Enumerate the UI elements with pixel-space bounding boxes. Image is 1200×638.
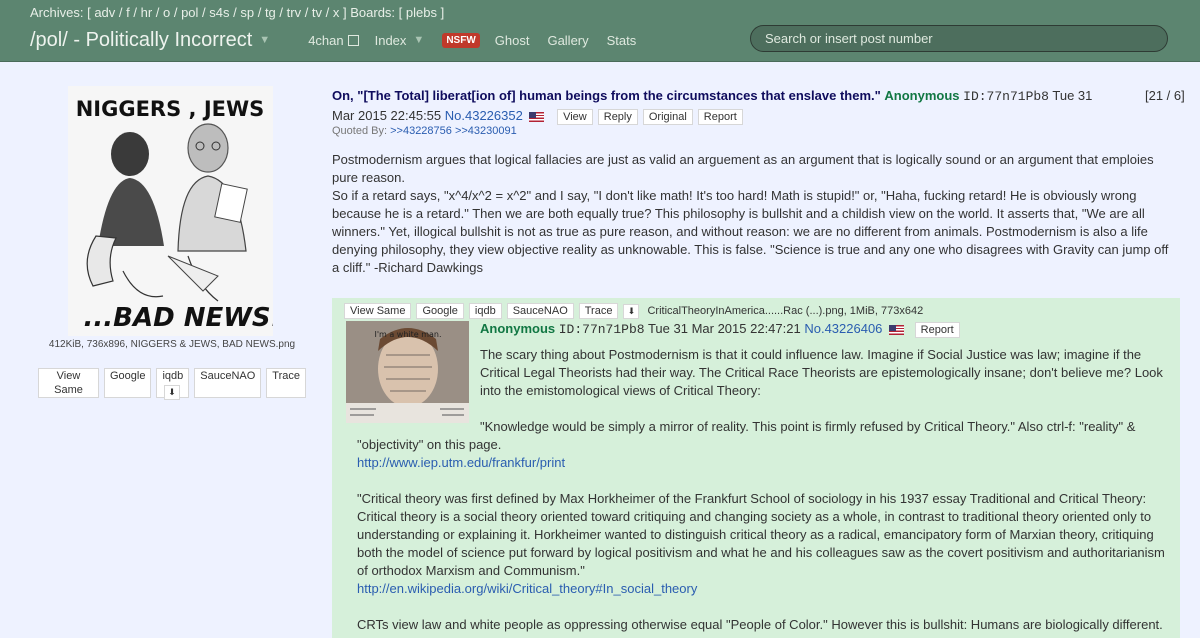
nav-ghost-link[interactable]: Ghost bbox=[495, 33, 530, 48]
reply-report-button[interactable]: Report bbox=[914, 322, 960, 338]
op-post-body: Postmodernism argues that logical fallac… bbox=[332, 151, 1177, 277]
op-image-drawing: NIGGERS , JEWS ...BAD NEWS! bbox=[68, 86, 273, 336]
chevron-down-icon[interactable]: ▼ bbox=[259, 34, 270, 46]
op-subject: On, "[The Total] liberat[ion of] human b… bbox=[332, 88, 881, 103]
reply-saucenao-button[interactable]: SauceNAO bbox=[506, 303, 574, 319]
reply-quote1-start: "Knowledge would be simply a mirror of r… bbox=[480, 419, 1136, 434]
board-title[interactable]: /pol/ - Politically Incorrect bbox=[30, 29, 252, 52]
archive-link-tv[interactable]: tv bbox=[312, 5, 322, 20]
op-image-thumbnail[interactable]: NIGGERS , JEWS ...BAD NEWS! bbox=[68, 86, 273, 336]
archive-link-s4s[interactable]: s4s bbox=[209, 5, 229, 20]
reply-post-number[interactable]: No.43226406 bbox=[804, 321, 882, 336]
reply-body-intro: The scary thing about Postmodernism is t… bbox=[480, 347, 1163, 398]
op-body-paragraph: Postmodernism argues that logical fallac… bbox=[332, 152, 1154, 185]
reply-last-line: CRTs view law and white people as oppres… bbox=[357, 617, 1163, 632]
archive-link-trv[interactable]: trv bbox=[287, 5, 301, 20]
op-view-same-button[interactable]: View Same bbox=[38, 368, 99, 398]
op-original-button[interactable]: Original bbox=[642, 109, 693, 125]
reply-post: View Same Google iqdb SauceNAO Trace ⬇ C… bbox=[332, 298, 1180, 638]
op-post-number[interactable]: No.43226352 bbox=[445, 108, 523, 123]
reply-link-wikipedia[interactable]: http://en.wikipedia.org/wiki/Critical_th… bbox=[357, 581, 697, 596]
op-poster-name: Anonymous bbox=[884, 88, 960, 103]
op-download-icon[interactable]: ⬇ bbox=[164, 385, 180, 400]
board-link-plebs[interactable]: plebs bbox=[406, 5, 437, 20]
op-report-button[interactable]: Report bbox=[697, 109, 743, 125]
archives-nav: Archives: [ adv / f / hr / o / pol / s4s… bbox=[30, 5, 445, 20]
archive-link-hr[interactable]: hr bbox=[141, 5, 153, 20]
reply-poster-id[interactable]: ID:77n71Pb8 bbox=[559, 322, 645, 337]
op-thumb-caption-bottom: ...BAD NEWS! bbox=[84, 303, 274, 333]
reply-download-icon[interactable]: ⬇ bbox=[623, 303, 640, 319]
archive-link-adv[interactable]: adv bbox=[94, 5, 115, 20]
op-poster-id[interactable]: ID:77n71Pb8 bbox=[963, 89, 1049, 104]
op-saucenao-button[interactable]: SauceNAO bbox=[194, 368, 262, 398]
archives-label: Archives: bbox=[30, 5, 84, 20]
index-chevron-down-icon[interactable]: ▼ bbox=[413, 34, 424, 46]
reply-quote2: "Critical theory was first defined by Ma… bbox=[357, 491, 1165, 578]
reply-thumb-caption: I'm a white man. bbox=[374, 330, 441, 339]
reply-file-bar: View Same Google iqdb SauceNAO Trace ⬇ C… bbox=[344, 303, 923, 319]
reply-image-drawing: I'm a white man. bbox=[346, 321, 469, 423]
search-input[interactable] bbox=[750, 25, 1168, 52]
external-link-icon bbox=[347, 34, 359, 46]
boards-label: Boards: bbox=[350, 5, 396, 20]
reply-us-flag-icon bbox=[889, 324, 905, 335]
us-flag-icon bbox=[529, 111, 545, 122]
reply-poster-name: Anonymous bbox=[480, 321, 556, 336]
archive-link-o[interactable]: o bbox=[163, 5, 170, 20]
nav-stats-link[interactable]: Stats bbox=[607, 33, 637, 48]
op-view-button[interactable]: View bbox=[557, 109, 593, 125]
reply-body-bottom: "objectivity" on this page. http://www.i… bbox=[357, 436, 1170, 634]
reply-post-date: Tue 31 Mar 2015 22:47:21 bbox=[647, 321, 801, 336]
reply-link-iep[interactable]: http://www.iep.utm.edu/frankfur/print bbox=[357, 455, 565, 470]
nav-4chan-link[interactable]: 4chan bbox=[308, 32, 359, 48]
archive-link-sp[interactable]: sp bbox=[240, 5, 254, 20]
archive-link-x[interactable]: x bbox=[333, 5, 340, 20]
top-bar: Archives: [ adv / f / hr / o / pol / s4s… bbox=[0, 0, 1200, 62]
nsfw-badge[interactable]: NSFW bbox=[442, 32, 480, 48]
archive-link-pol[interactable]: pol bbox=[181, 5, 198, 20]
op-google-button[interactable]: Google bbox=[103, 368, 152, 398]
nav-gallery-link[interactable]: Gallery bbox=[547, 33, 588, 48]
op-file-meta: 412KiB, 736x896, NIGGERS & JEWS, BAD NEW… bbox=[48, 339, 296, 350]
reply-google-button[interactable]: Google bbox=[416, 303, 464, 319]
op-thumb-caption-top: NIGGERS , JEWS bbox=[76, 97, 265, 121]
reply-view-same-button[interactable]: View Same bbox=[344, 303, 412, 319]
quoted-by-links[interactable]: >>43228756 >>43230091 bbox=[390, 125, 517, 137]
op-body-paragraph: So if a retard says, "x^4/x^2 = x^2" and… bbox=[332, 188, 1169, 275]
reply-image-thumbnail[interactable]: I'm a white man. bbox=[346, 321, 469, 423]
reply-quote1-end: "objectivity" on this page. bbox=[357, 437, 502, 452]
nav-index-link[interactable]: Index bbox=[375, 33, 407, 48]
quoted-by-label: Quoted By: bbox=[332, 125, 388, 137]
op-quoted-by: Quoted By: >>43228756 >>43230091 bbox=[332, 125, 517, 137]
reply-filename[interactable]: CriticalTheoryInAmerica......Rac (...).p… bbox=[647, 305, 923, 317]
reply-trace-button[interactable]: Trace bbox=[578, 303, 619, 319]
reply-iqdb-button[interactable]: iqdb bbox=[468, 303, 502, 319]
archive-link-tg[interactable]: tg bbox=[265, 5, 276, 20]
nav-4chan-label: 4chan bbox=[308, 32, 344, 48]
thread-reply-counter: [21 / 6] bbox=[1145, 88, 1185, 103]
reply-post-header: Anonymous ID:77n71Pb8 Tue 31 Mar 2015 22… bbox=[480, 320, 960, 339]
op-post-header: On, "[The Total] liberat[ion of] human b… bbox=[332, 86, 1117, 125]
op-trace-button[interactable]: Trace bbox=[266, 368, 306, 398]
reply-body-top: The scary thing about Postmodernism is t… bbox=[480, 346, 1170, 436]
archive-link-f[interactable]: f bbox=[126, 5, 130, 20]
op-reply-button[interactable]: Reply bbox=[597, 109, 638, 125]
